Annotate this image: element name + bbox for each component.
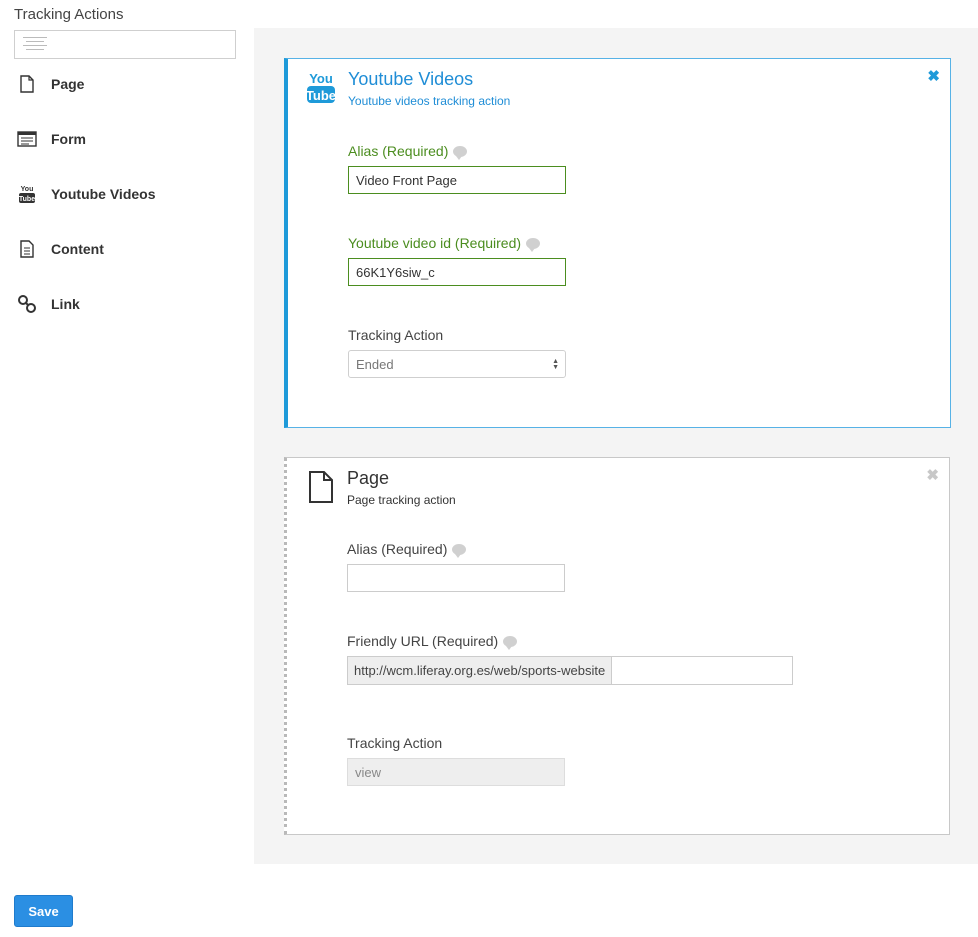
youtube-icon-text-top: You [309,71,333,86]
card-title: Youtube Videos [348,69,474,89]
sidebar-title: Tracking Actions [14,6,124,23]
svg-text:Tube: Tube [19,196,35,203]
search-input[interactable] [14,30,236,59]
friendly-url-label-text: Friendly URL (Required) [347,633,499,649]
help-icon[interactable] [452,543,467,558]
sidebar-item-youtube[interactable]: You Tube Youtube Videos [16,182,156,206]
sidebar-item-label: Page [51,76,85,92]
page-icon [16,73,38,95]
video-id-label: Youtube video id (Required) [348,235,541,252]
select-arrows-icon: ▲ ▼ [552,358,559,371]
help-icon[interactable] [503,635,518,650]
sidebar-item-label: Content [51,241,104,257]
video-id-field[interactable]: 66K1Y6siw_c [348,258,566,286]
svg-text:You: You [21,186,34,193]
help-icon[interactable] [453,145,468,160]
close-icon[interactable]: ✖ [927,67,940,85]
card-subtitle: Page tracking action [347,493,456,507]
alias-field[interactable] [347,564,565,592]
youtube-icon: You Tube [305,69,339,109]
content-icon [16,238,38,260]
youtube-icon-text-bottom: Tube [306,88,336,103]
tracking-action-select[interactable]: Ended ▲ ▼ [348,350,566,378]
sidebar-item-label: Form [51,131,86,147]
sidebar-item-link[interactable]: Link [16,292,80,316]
form-icon [16,128,38,150]
tracking-action-label: Tracking Action [347,735,442,751]
alias-label-text: Alias (Required) [348,143,449,159]
link-icon [16,293,38,315]
sidebar-item-content[interactable]: Content [16,237,104,261]
alias-field[interactable]: Video Front Page [348,166,566,194]
friendly-url-input[interactable] [612,657,792,684]
sidebar-item-form[interactable]: Form [16,127,86,151]
tracking-action-value: Ended [356,356,394,372]
close-icon[interactable]: ✖ [926,466,939,484]
alias-label: Alias (Required) [348,143,468,160]
card-title: Page [347,468,390,488]
youtube-icon: You Tube [16,183,38,205]
help-icon[interactable] [526,237,541,252]
youtube-action-card: You Tube Youtube Videos Youtube videos t… [284,58,951,428]
tracking-action-label-text: Tracking Action [348,327,444,343]
sidebar-item-label: Link [51,296,80,312]
friendly-url-label: Friendly URL (Required) [347,633,518,650]
sidebar-item-label: Youtube Videos [51,186,156,202]
page-icon [304,468,338,508]
sidebar-item-page[interactable]: Page [16,72,84,96]
card-subtitle: Youtube videos tracking action [348,94,511,108]
tracking-action-label-text: Tracking Action [347,735,443,751]
save-button[interactable]: Save [14,895,73,927]
page-action-card: Page Page tracking action ✖ Alias (Requi… [284,457,950,835]
friendly-url-prefix: http://wcm.liferay.org.es/web/sports-web… [348,657,613,684]
video-id-label-text: Youtube video id (Required) [348,235,522,251]
tracking-action-field: view [347,758,565,786]
alias-label-text: Alias (Required) [347,541,448,557]
lines-icon [23,37,47,53]
tracking-action-label: Tracking Action [348,327,443,343]
alias-label: Alias (Required) [347,541,467,558]
friendly-url-field: http://wcm.liferay.org.es/web/sports-web… [347,656,793,685]
